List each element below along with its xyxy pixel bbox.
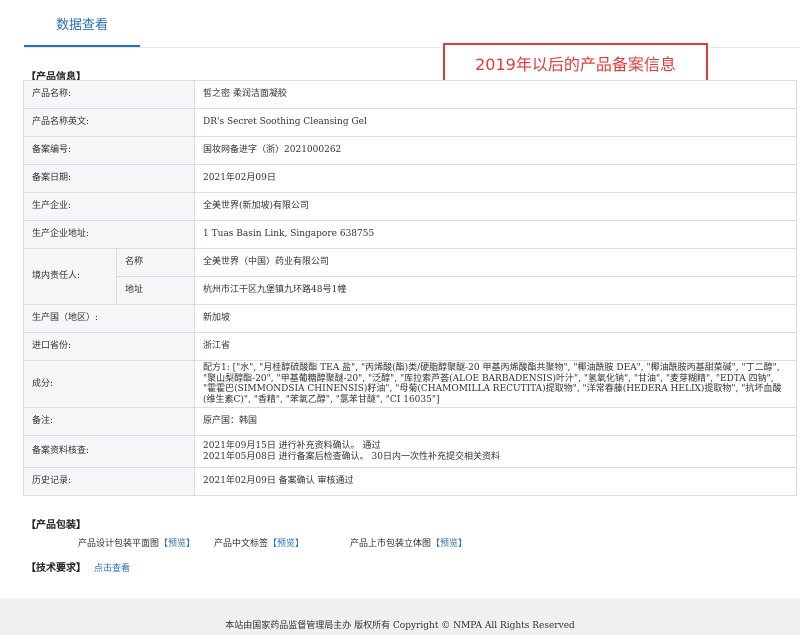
packaging-label: 产品设计包装平面图 xyxy=(78,539,160,549)
row-label: 生产企业地址: xyxy=(22,220,196,249)
review-line: 2021年05月08日 进行备案后检查确认。 30日内一次性补充提交相关资料 xyxy=(203,451,500,462)
packaging-label: 产品上市包装立体图 xyxy=(350,539,432,549)
row-label: 成分: xyxy=(22,360,196,408)
row-label: 备注: xyxy=(22,407,196,436)
manufacturer-address-value: 1 Tuas Basin Link, Singapore 638755 xyxy=(194,220,797,249)
table-row: 备案编号: 国妆网备进字（浙）2021000262 xyxy=(22,136,797,165)
origin-country-value: 新加坡 xyxy=(194,304,797,333)
remark-value: 原产国：韩国 xyxy=(194,407,797,436)
table-row: 备案资料核查: 2021年09月15日 进行补充资料确认。 通过 2021年05… xyxy=(22,435,797,468)
registration-date-value: 2021年02月09日 xyxy=(194,164,797,193)
review-value: 2021年09月15日 进行补充资料确认。 通过 2021年05月08日 进行备… xyxy=(194,435,797,468)
responsible-address-value: 杭州市江干区九堡镇九环路48号1幢 xyxy=(194,276,797,305)
packaging-title: 【产品包装】 xyxy=(26,520,86,531)
import-province-value: 浙江省 xyxy=(194,332,797,361)
row-label: 备案编号: xyxy=(22,136,196,165)
packaging-item: 产品上市包装立体图【预览】 xyxy=(350,536,467,549)
manufacturer-value: 全美世界(新加坡)有限公司 xyxy=(194,192,797,221)
registration-number-value: 国妆网备进字（浙）2021000262 xyxy=(194,136,797,165)
tech-title: 【技术要求】 xyxy=(26,563,86,574)
footer: 本站由国家药品监督管理局主办 版权所有 Copyright © NMPA All… xyxy=(0,598,800,635)
responsible-name-value: 全美世界（中国）药业有限公司 xyxy=(194,248,797,277)
responsible-party-label: 境内责任人: xyxy=(23,248,117,305)
table-row: 产品名称英文: DR's Secret Soothing Cleansing G… xyxy=(22,108,797,137)
table-row: 进口省份: 浙江省 xyxy=(22,332,797,361)
row-label: 产品名称: xyxy=(22,80,196,109)
table-row: 生产企业地址: 1 Tuas Basin Link, Singapore 638… xyxy=(22,220,797,249)
table-row: 备案日期: 2021年02月09日 xyxy=(22,164,797,193)
review-line: 2021年09月15日 进行补充资料确认。 通过 xyxy=(203,441,381,451)
packaging-item: 产品中文标签【预览】 xyxy=(214,536,304,549)
preview-link[interactable]: 【预览】 xyxy=(159,539,195,549)
view-tech-link[interactable]: 点击查看 xyxy=(94,564,130,574)
annotation-box: 2019年以后的产品备案信息 xyxy=(443,43,708,83)
history-value: 2021年02月09日 备案确认 审核通过 xyxy=(194,467,797,496)
row-label: 历史记录: xyxy=(22,467,196,496)
table-row: 备注: 原产国：韩国 xyxy=(22,407,797,436)
tech-requirements: 【技术要求】 点击查看 xyxy=(26,559,130,574)
row-label: 备案日期: xyxy=(22,164,196,193)
product-name-en-value: DR's Secret Soothing Cleansing Gel xyxy=(194,108,797,137)
table-row: 生产国（地区）: 新加坡 xyxy=(22,304,797,333)
responsible-name-label: 名称 xyxy=(115,248,196,277)
row-label: 生产国（地区）: xyxy=(22,304,196,333)
product-name-value: 皙之密 柔润洁面凝胶 xyxy=(194,80,797,109)
preview-link[interactable]: 【预览】 xyxy=(268,539,304,549)
row-label: 进口省份: xyxy=(22,332,196,361)
packaging-row: 产品设计包装平面图【预览】 产品中文标签【预览】 产品上市包装立体图【预览】 xyxy=(0,536,800,549)
table-row: 成分: 配方1: ["水", "月桂醇硫酸酯 TEA 盐", "丙烯酸(酯)类/… xyxy=(22,360,797,408)
table-row: 地址 杭州市江干区九堡镇九环路48号1幢 xyxy=(24,276,797,305)
product-info-table: 产品名称: 皙之密 柔润洁面凝胶 产品名称英文: DR's Secret Soo… xyxy=(22,80,797,496)
tab-data-view[interactable]: 数据查看 xyxy=(24,0,140,46)
ingredients-value: 配方1: ["水", "月桂醇硫酸酯 TEA 盐", "丙烯酸(酯)类/硬脂醇聚… xyxy=(194,360,797,408)
row-label: 生产企业: xyxy=(22,192,196,221)
table-row: 境内责任人: 名称 全美世界（中国）药业有限公司 xyxy=(23,248,797,305)
tab-bar: 数据查看 xyxy=(0,0,800,48)
footer-copyright: 本站由国家药品监督管理局主办 版权所有 Copyright © NMPA All… xyxy=(225,621,575,631)
packaging-item: 产品设计包装平面图【预览】 xyxy=(78,536,195,549)
packaging-label: 产品中文标签 xyxy=(214,539,269,549)
row-label: 产品名称英文: xyxy=(22,108,196,137)
preview-link[interactable]: 【预览】 xyxy=(431,539,467,549)
responsible-address-label: 地址 xyxy=(115,276,196,305)
table-row: 生产企业: 全美世界(新加坡)有限公司 xyxy=(22,192,797,221)
row-label: 备案资料核查: xyxy=(22,435,196,468)
table-row: 产品名称: 皙之密 柔润洁面凝胶 xyxy=(22,80,797,109)
table-row: 历史记录: 2021年02月09日 备案确认 审核通过 xyxy=(22,467,797,496)
